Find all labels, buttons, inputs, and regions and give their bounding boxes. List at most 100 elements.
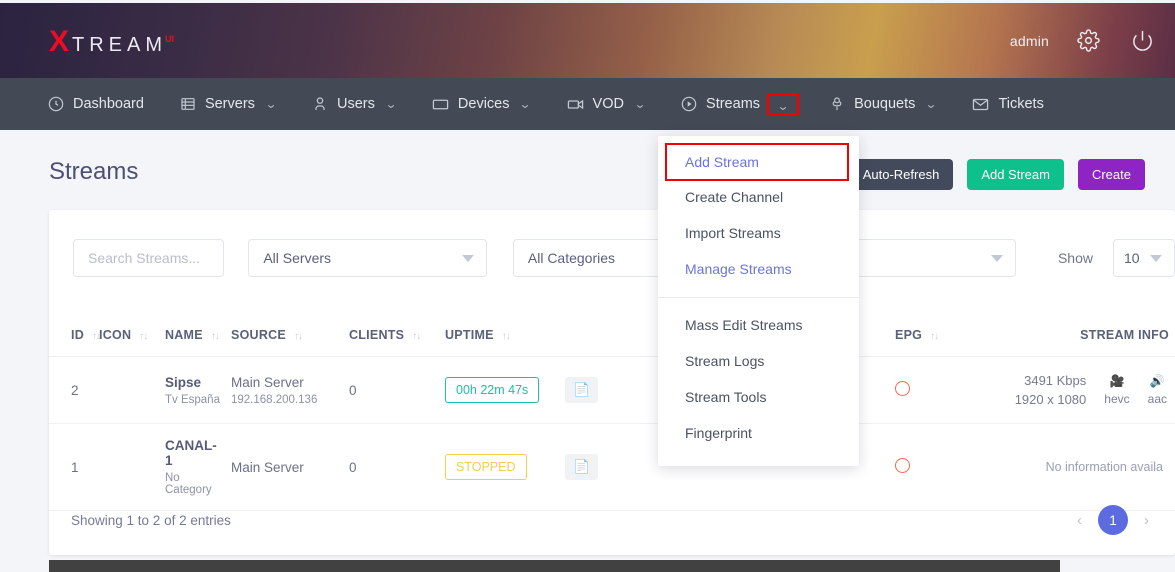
page-size-value: 10 <box>1124 250 1140 266</box>
nav-item-vod[interactable]: VOD ⌄ <box>567 78 647 130</box>
cell-icon <box>95 423 161 511</box>
col-uptime[interactable]: UPTIME ↑↓ <box>441 318 561 357</box>
col-icon[interactable]: ICON ↑↓ <box>95 318 161 357</box>
col-name[interactable]: NAME ↑↓ <box>161 318 227 357</box>
stream-name: CANAL-1 <box>165 438 217 468</box>
video-camera-icon: 🎥 <box>1109 374 1125 388</box>
show-label: Show <box>1057 250 1093 266</box>
cell-uptime: STOPPED <box>441 423 561 511</box>
nav-label-vod: VOD <box>592 96 624 112</box>
table-footer: Showing 1 to 2 of 2 entries ‹ 1 › <box>49 505 1175 535</box>
chevron-down-icon-vod[interactable]: ⌄ <box>634 97 647 111</box>
status-badge: 00h 22m 47s <box>445 377 540 403</box>
bottom-bar <box>49 560 1060 572</box>
cell-stream-info: 3491 Kbps 1920 x 1080 🎥 hevc 🔊 aac <box>965 356 1175 424</box>
topbar-actions: admin <box>1010 3 1157 78</box>
cell-name: Sipse Tv España <box>161 356 227 424</box>
chevron-down-icon-servers-filter <box>461 255 474 262</box>
sort-icon[interactable]: ↑↓ <box>139 331 148 342</box>
chevron-down-icon-streams[interactable]: ⌄ <box>766 93 800 115</box>
menu-item-manage-streams[interactable]: Manage Streams <box>658 251 859 287</box>
play-circle-icon <box>681 96 697 112</box>
col-id[interactable]: ID ↑↓ <box>49 318 101 357</box>
nav-label-devices: Devices <box>457 96 510 112</box>
table-row[interactable]: 1 CANAL-1 No Category Main Server 0 STOP… <box>49 423 1175 511</box>
category-filter-value: All Categories <box>527 250 616 266</box>
cell-epg <box>891 356 965 424</box>
sort-icon[interactable]: ↑↓ <box>211 331 220 342</box>
col-clients[interactable]: CLIENTS ↑↓ <box>345 318 441 357</box>
streams-dropdown-menu: Add Stream Create Channel Import Streams… <box>658 136 859 466</box>
admin-username[interactable]: admin <box>1010 33 1049 49</box>
gear-icon[interactable] <box>1073 26 1103 56</box>
search-input-placeholder: Search Streams... <box>88 250 201 266</box>
nav-item-devices[interactable]: Devices ⌄ <box>432 78 532 130</box>
sort-icon[interactable]: ↑↓ <box>412 331 421 342</box>
menu-item-mass-edit-streams[interactable]: Mass Edit Streams <box>658 307 859 343</box>
cell-name: CANAL-1 No Category <box>161 423 227 511</box>
circle-empty-icon <box>895 458 910 473</box>
col-epg[interactable]: EPG ↑↓ <box>891 318 965 357</box>
device-icon <box>432 96 449 113</box>
streams-card: Search Streams... All Servers All Catego… <box>49 210 1175 555</box>
logo-superscript: UI <box>165 34 175 44</box>
menu-item-stream-logs[interactable]: Stream Logs <box>658 343 859 379</box>
pagination-next[interactable]: › <box>1144 512 1149 529</box>
nav-item-bouquets[interactable]: Bouquets ⌄ <box>829 78 938 130</box>
nav-item-dashboard[interactable]: Dashboard <box>48 78 144 130</box>
auto-refresh-button[interactable]: Auto-Refresh <box>848 159 954 190</box>
menu-item-import-streams[interactable]: Import Streams <box>658 215 859 251</box>
nav-item-users[interactable]: Users ⌄ <box>312 78 398 130</box>
nav-item-tickets[interactable]: Tickets <box>972 78 1044 130</box>
power-icon[interactable] <box>1127 26 1157 56</box>
streams-table: ID ↑↓ ICON ↑↓ NAME ↑↓ SOURCE ↑↓ CLIENTS ↑↓ UP… <box>49 318 1175 511</box>
sort-icon[interactable]: ↑↓ <box>502 331 511 342</box>
search-input[interactable]: Search Streams... <box>73 239 225 277</box>
col-name-label: NAME <box>165 328 203 342</box>
file-icon[interactable]: 📄 <box>565 377 598 403</box>
col-stream-info: STREAM INFO <box>965 318 1175 357</box>
nav-item-servers[interactable]: Servers ⌄ <box>180 78 278 130</box>
menu-item-fingerprint[interactable]: Fingerprint <box>658 415 859 451</box>
status-badge: STOPPED <box>445 454 527 480</box>
chevron-down-icon-order-filter <box>990 255 1003 262</box>
page-title: Streams <box>49 158 139 185</box>
logo-x: X <box>49 25 70 58</box>
nav-label-tickets: Tickets <box>998 96 1044 112</box>
page-size-select[interactable]: 10 <box>1113 239 1175 277</box>
chevron-down-icon-bouquets[interactable]: ⌄ <box>925 97 938 111</box>
menu-item-stream-tools[interactable]: Stream Tools <box>658 379 859 415</box>
servers-icon <box>180 96 196 112</box>
resolution: 1920 x 1080 <box>1014 392 1087 407</box>
cell-icon <box>95 356 161 424</box>
nav-label-dashboard: Dashboard <box>73 96 144 112</box>
chevron-down-icon-devices[interactable]: ⌄ <box>519 97 532 111</box>
col-clients-label: CLIENTS <box>349 328 405 342</box>
sort-icon[interactable]: ↑↓ <box>294 331 303 342</box>
server-filter-select[interactable]: All Servers <box>248 239 487 277</box>
nav-label-users: Users <box>336 96 375 112</box>
menu-separator <box>658 297 859 298</box>
chevron-down-icon-servers[interactable]: ⌄ <box>265 97 278 111</box>
menu-item-create-channel[interactable]: Create Channel <box>658 179 859 215</box>
col-source[interactable]: SOURCE ↑↓ <box>227 318 345 357</box>
nav-item-streams[interactable]: Streams ⌄ <box>681 78 800 130</box>
stream-bitrate-block: 3491 Kbps 1920 x 1080 <box>1015 371 1087 409</box>
table-row[interactable]: 2 Sipse Tv España Main Server 192.168.20… <box>49 356 1175 424</box>
pagination-page-1[interactable]: 1 <box>1098 505 1128 535</box>
filter-row: Search Streams... All Servers All Catego… <box>49 228 1175 288</box>
logo[interactable]: X TREAM UI <box>49 27 176 57</box>
show-entries-group: Show 10 <box>1058 239 1175 277</box>
source-name: Main Server <box>231 374 304 390</box>
file-icon[interactable]: 📄 <box>565 454 598 480</box>
col-stream-info-label: STREAM INFO <box>1080 328 1169 342</box>
pagination-prev[interactable]: ‹ <box>1077 512 1082 529</box>
col-source-label: SOURCE <box>231 328 286 342</box>
sort-icon[interactable]: ↑↓ <box>930 331 939 342</box>
logo-text: TREAM <box>72 34 168 56</box>
video-codec: hevc <box>1104 392 1130 406</box>
add-stream-button[interactable]: Add Stream <box>967 159 1064 190</box>
create-button[interactable]: Create <box>1077 159 1145 190</box>
chevron-down-icon-users[interactable]: ⌄ <box>385 97 398 111</box>
menu-item-add-stream[interactable]: Add Stream <box>665 143 849 181</box>
